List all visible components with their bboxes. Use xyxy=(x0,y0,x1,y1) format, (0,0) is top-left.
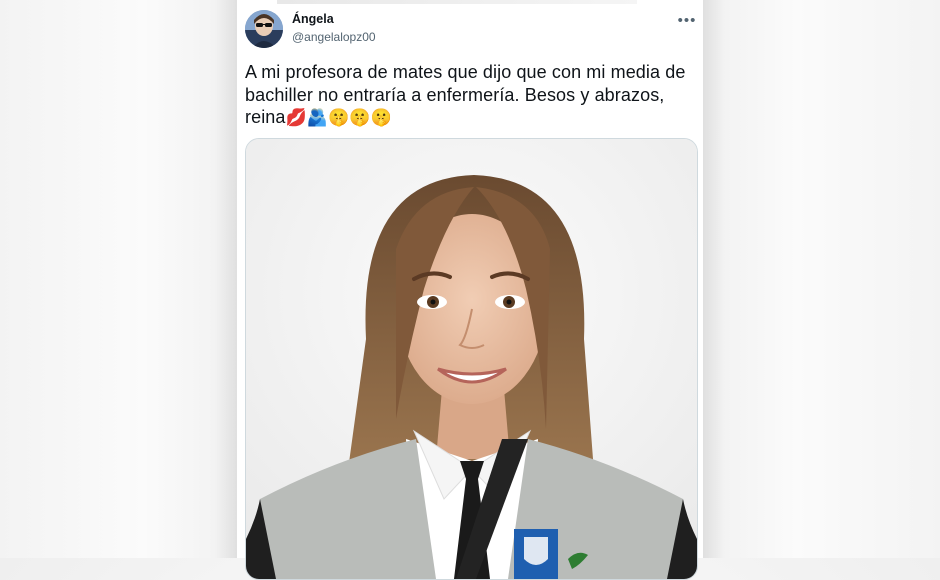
more-horizontal-icon: ••• xyxy=(677,11,697,29)
background-shadow-right xyxy=(703,0,725,558)
author-handle[interactable]: @angelalopz00 xyxy=(292,30,376,44)
author-name[interactable]: Ángela xyxy=(292,12,334,26)
top-divider xyxy=(277,0,637,4)
tweet-card: Ángela @angelalopz00 ••• A mi profesora … xyxy=(237,0,703,580)
tweet-emojis: 💋🫂🤫🤫🤫 xyxy=(285,108,392,128)
background-right xyxy=(700,0,940,558)
tweet-media-photo[interactable] xyxy=(245,138,698,580)
tweet-text: A mi profesora de mates que dijo que con… xyxy=(245,61,697,130)
graduation-portrait-photo xyxy=(246,139,697,579)
more-options-button[interactable]: ••• xyxy=(675,10,699,30)
avatar[interactable] xyxy=(245,10,283,48)
background-left xyxy=(0,0,240,558)
background-shadow-left xyxy=(215,0,237,558)
